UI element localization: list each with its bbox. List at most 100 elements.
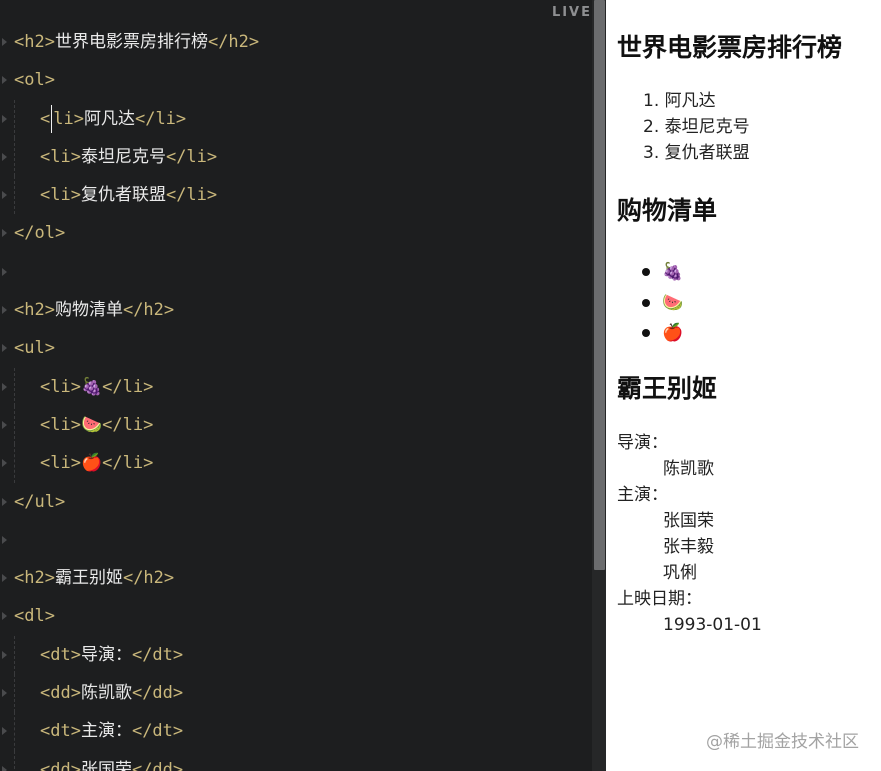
html-tag-token: </h2> <box>122 568 175 589</box>
code-text: <dt>导演：</dt> <box>40 636 183 674</box>
preview-definition-list: 导演： 陈凯歌 主演： 张国荣 张丰毅 巩俐 上映日期： 1993-01-01 <box>617 430 762 638</box>
fold-arrow-icon[interactable] <box>2 76 7 85</box>
definition-term: 上映日期： <box>617 589 702 609</box>
fold-arrow-icon[interactable] <box>2 229 7 238</box>
code-text: </ul> <box>14 483 65 521</box>
preview-heading-ranking: 世界电影票房排行榜 <box>617 33 843 62</box>
fold-arrow-icon[interactable] <box>2 459 7 468</box>
code-line[interactable] <box>0 253 592 291</box>
code-editor[interactable]: <h2>世界电影票房排行榜</h2> <ol> < li>阿凡达</li> <li>泰坦… <box>0 0 606 771</box>
preview-ranking-text: 阿凡达 <box>664 91 716 111</box>
preview-ordered-list: 1. 阿凡达 2. 泰坦尼克号 3. 复仇者联盟 <box>643 88 750 166</box>
code-text: <li>🍎</li> <box>40 444 153 482</box>
indent-guide <box>14 99 15 138</box>
fold-arrow-icon[interactable] <box>2 420 7 429</box>
fold-arrow-icon[interactable] <box>2 612 7 621</box>
fold-arrow-icon[interactable] <box>2 38 7 46</box>
html-tag-token: </dd> <box>131 759 184 771</box>
html-tag-token: </h2> <box>122 300 175 321</box>
html-tag-token: </dt> <box>131 644 184 665</box>
preview-ranking-item: 1. 阿凡达 <box>643 88 750 114</box>
code-line[interactable]: <dl> <box>0 597 592 635</box>
indent-guide <box>14 137 15 177</box>
html-tag-token: </li> <box>102 376 154 397</box>
bullet-icon <box>642 268 650 276</box>
code-text: <ul> <box>14 329 55 367</box>
fruit-emoji-icon: 🍉 <box>662 292 684 313</box>
indent-guide <box>14 405 15 445</box>
indent-guide <box>14 674 15 713</box>
preview-heading-shopping: 购物清单 <box>617 196 718 225</box>
fold-arrow-icon[interactable] <box>2 765 7 771</box>
preview-ranking-item: 2. 泰坦尼克号 <box>643 114 750 140</box>
content-token: 🍇 <box>80 376 103 397</box>
list-number: 3. <box>643 143 665 163</box>
code-line[interactable]: </ol> <box>0 214 592 252</box>
fold-arrow-icon[interactable] <box>2 114 7 123</box>
code-line[interactable] <box>0 521 592 559</box>
code-line[interactable]: <dd>张国荣</dd> <box>0 750 592 771</box>
code-line[interactable]: <li>🍎</li> <box>0 444 592 483</box>
indent-guide <box>14 367 15 406</box>
indent-guide <box>14 176 15 215</box>
fold-arrow-icon[interactable] <box>2 689 7 698</box>
fold-arrow-icon[interactable] <box>2 727 7 736</box>
live-preview-label: LIVE <box>551 5 592 20</box>
definition-value: 陈凯歌 <box>663 459 714 479</box>
code-line[interactable]: <ul> <box>0 329 592 367</box>
content-token: 🍎 <box>80 453 103 474</box>
code-line[interactable]: <ol> <box>0 61 592 99</box>
html-tag-token: li> <box>53 108 84 129</box>
preview-ranking-text: 复仇者联盟 <box>664 143 750 163</box>
fold-arrow-icon[interactable] <box>2 650 7 659</box>
fold-arrow-icon[interactable] <box>2 382 7 391</box>
definition-value: 巩俐 <box>663 563 697 583</box>
html-tag-token: <li> <box>40 185 81 206</box>
fold-arrow-icon[interactable] <box>2 497 7 506</box>
code-line[interactable]: <li>🍉</li> <box>0 405 592 445</box>
html-tag-token: <li> <box>40 453 81 474</box>
code-line[interactable]: </ul> <box>0 483 592 521</box>
fold-arrow-icon[interactable] <box>2 191 7 200</box>
html-tag-token: <h2> <box>14 568 55 589</box>
fold-arrow-icon[interactable] <box>2 344 7 353</box>
code-line[interactable]: <h2>世界电影票房排行榜</h2> <box>0 23 592 61</box>
code-line[interactable]: <dt>主演：</dt> <box>0 712 592 751</box>
fold-arrow-icon[interactable] <box>2 267 7 276</box>
code-line[interactable]: <li>复仇者联盟</li> <box>0 176 592 215</box>
editor-scrollbar-thumb[interactable] <box>594 0 605 570</box>
html-tag-token: <dl> <box>14 606 55 627</box>
code-text: <li>🍇</li> <box>40 368 153 406</box>
code-lines[interactable]: <h2>世界电影票房排行榜</h2> <ol> < li>阿凡达</li> <li>泰坦… <box>0 23 592 771</box>
code-line[interactable]: <dt>导演：</dt> <box>0 635 592 675</box>
code-text: </ol> <box>14 214 65 252</box>
html-tag-token: </h2> <box>207 32 260 52</box>
fold-arrow-icon[interactable] <box>2 306 7 315</box>
html-tag-token: < <box>40 108 51 129</box>
code-line[interactable]: <dd>陈凯歌</dd> <box>0 674 592 713</box>
fold-arrow-icon[interactable] <box>2 152 7 161</box>
code-line[interactable]: <h2>购物清单</h2> <box>0 291 592 329</box>
code-text: <h2>霸王别姬</h2> <box>14 559 174 597</box>
html-tag-token: </li> <box>165 146 218 167</box>
html-tag-token: <dt> <box>40 721 81 742</box>
content-token: 陈凯歌 <box>80 683 132 704</box>
code-line[interactable]: <h2>霸王别姬</h2> <box>0 559 592 597</box>
fold-arrow-icon[interactable] <box>2 574 7 583</box>
html-tag-token: <li> <box>40 376 81 397</box>
code-line[interactable]: <li>泰坦尼克号</li> <box>0 137 592 177</box>
preview-shopping-item: 🍇 <box>642 257 683 288</box>
html-tag-token: </li> <box>134 108 187 129</box>
code-line[interactable]: < li>阿凡达</li> <box>0 99 592 138</box>
html-tag-token: </ol> <box>14 223 66 244</box>
definition-value: 1993-01-01 <box>663 615 762 635</box>
definition-term: 导演： <box>617 433 668 453</box>
code-text: <li>🍉</li> <box>40 406 153 444</box>
code-text: <dd>陈凯歌</dd> <box>40 674 183 712</box>
code-line[interactable]: <li>🍇</li> <box>0 367 592 406</box>
live-preview-pane: 世界电影票房排行榜 1. 阿凡达 2. 泰坦尼克号 3. 复仇者联盟 购物清单 🍇 🍉… <box>606 0 881 771</box>
content-token: 阿凡达 <box>83 108 135 129</box>
code-text: <li>泰坦尼克号</li> <box>40 138 217 176</box>
bullet-icon <box>642 329 650 337</box>
fold-arrow-icon[interactable] <box>2 535 7 544</box>
